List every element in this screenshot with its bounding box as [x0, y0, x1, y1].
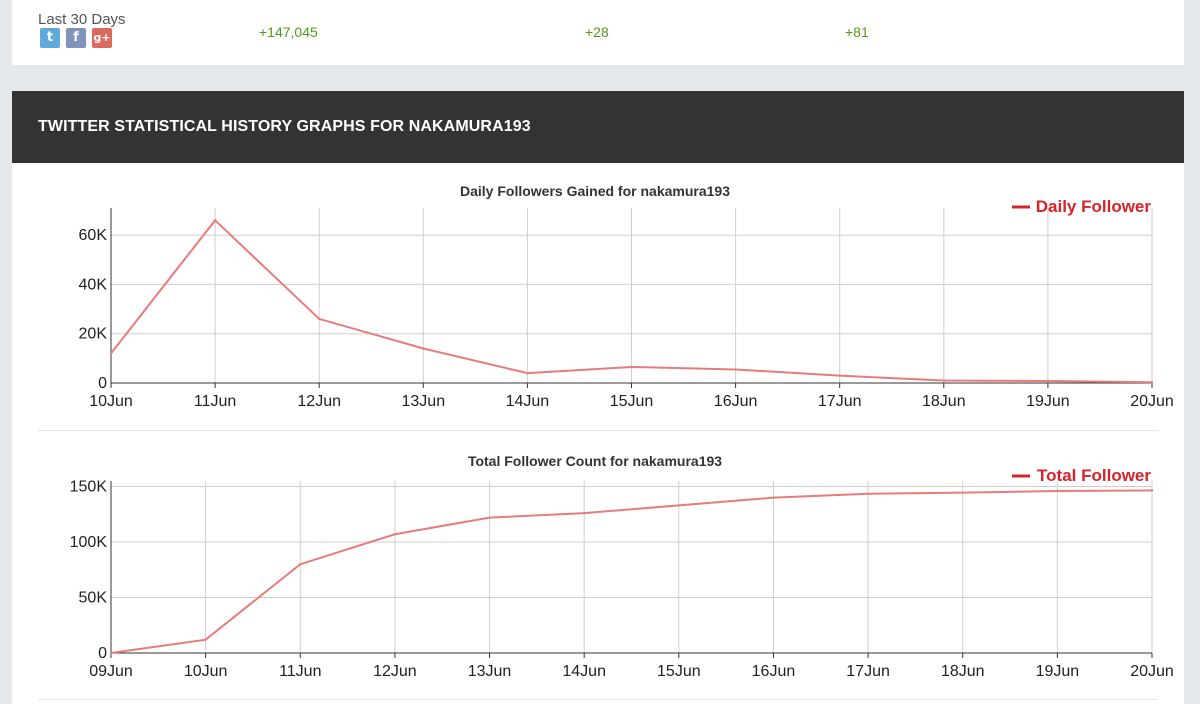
following-gained-value: +28: [585, 24, 609, 40]
data-point: [204, 638, 207, 641]
x-tick-label: 17Jun: [846, 663, 890, 680]
y-tick-label: 100K: [70, 534, 108, 551]
data-point: [582, 511, 586, 515]
share-icons: t f g+: [40, 28, 112, 48]
legend-label: Total Follower: [1037, 466, 1151, 485]
data-point: [1150, 381, 1154, 384]
data-point: [772, 496, 775, 499]
data-point: [1056, 489, 1059, 493]
y-tick-label: 60K: [79, 227, 108, 244]
chart-title: Total Follower Count for nakamura193: [468, 453, 722, 469]
chart-divider: [38, 430, 1158, 431]
x-tick-label: 12Jun: [297, 393, 341, 410]
data-point: [109, 352, 113, 355]
data-point: [734, 368, 737, 371]
daily-followers-chart: 0 20K 40K 60K 10Jun 11Jun 12Jun 13Jun 14Jun 15Jun…: [79, 183, 1174, 410]
section-header: TWITTER STATISTICAL HISTORY GRAPHS FOR N…: [12, 91, 1184, 163]
chart-divider: [38, 699, 1158, 700]
x-tick-label: 15Jun: [610, 393, 654, 410]
total-followers-chart: 0 50K 100K 150K 09Jun 10Jun 11Jun 12Jun 13Jun 14J…: [70, 453, 1174, 680]
x-tick-label: 13Jun: [468, 663, 512, 680]
x-tick-label: 11Jun: [279, 663, 321, 680]
data-point: [213, 219, 217, 222]
legend-label: Daily Follower: [1036, 197, 1152, 216]
data-point: [838, 374, 841, 377]
data-point: [1150, 489, 1154, 492]
data-point: [1046, 379, 1050, 383]
x-tick-label: 16Jun: [714, 393, 758, 410]
google-plus-icon[interactable]: g+: [92, 28, 112, 48]
data-point: [961, 491, 964, 494]
facebook-icon[interactable]: f: [66, 28, 86, 48]
x-tick-label: 20Jun: [1130, 393, 1174, 410]
x-tick-label: 16Jun: [752, 663, 796, 680]
x-tick-label: 10Jun: [184, 663, 228, 680]
section-title: TWITTER STATISTICAL HISTORY GRAPHS FOR N…: [38, 118, 531, 135]
x-tick-label: 09Jun: [89, 663, 133, 680]
y-tick-label: 150K: [70, 479, 108, 496]
tweets-gained-value: +81: [845, 24, 869, 40]
x-tick-label: 13Jun: [402, 393, 446, 410]
twitter-icon[interactable]: t: [40, 28, 60, 48]
x-tick-label: 10Jun: [89, 393, 133, 410]
data-point: [318, 317, 321, 321]
data-point: [422, 347, 425, 350]
x-tick-label: 19Jun: [1036, 663, 1080, 680]
x-tick-label: 20Jun: [1130, 663, 1174, 680]
data-point: [630, 365, 633, 369]
data-point: [393, 533, 397, 536]
summary-row: Last 30 Days t f g+ +147,045 +28 +81: [12, 0, 1184, 65]
data-point: [866, 492, 870, 495]
y-tick-label: 0: [98, 645, 107, 662]
data-point: [488, 516, 491, 519]
y-tick-label: 20K: [79, 326, 108, 343]
followers-gained-value: +147,045: [259, 24, 318, 40]
chart-title: Daily Followers Gained for nakamura193: [460, 183, 730, 199]
x-tick-label: 17Jun: [818, 393, 862, 410]
y-tick-label: 40K: [79, 276, 108, 293]
x-tick-label: 18Jun: [922, 393, 966, 410]
y-tick-label: 50K: [79, 590, 108, 607]
data-point: [677, 504, 681, 507]
data-point: [299, 563, 302, 566]
x-tick-label: 18Jun: [941, 663, 985, 680]
x-tick-label: 19Jun: [1026, 393, 1070, 410]
x-tick-label: 12Jun: [373, 663, 417, 680]
data-point: [942, 379, 945, 382]
data-point: [109, 651, 113, 655]
series-line: [110, 489, 1153, 654]
period-label: Last 30 Days: [38, 11, 126, 28]
x-tick-label: 11Jun: [194, 393, 236, 410]
y-tick-label: 0: [98, 375, 107, 392]
x-tick-label: 14Jun: [506, 393, 550, 410]
graphs-panel: 0 20K 40K 60K 10Jun 11Jun 12Jun 13Jun 14Jun 15Jun…: [12, 163, 1184, 704]
x-tick-label: 14Jun: [562, 663, 606, 680]
x-tick-label: 15Jun: [657, 663, 701, 680]
data-point: [526, 371, 529, 375]
